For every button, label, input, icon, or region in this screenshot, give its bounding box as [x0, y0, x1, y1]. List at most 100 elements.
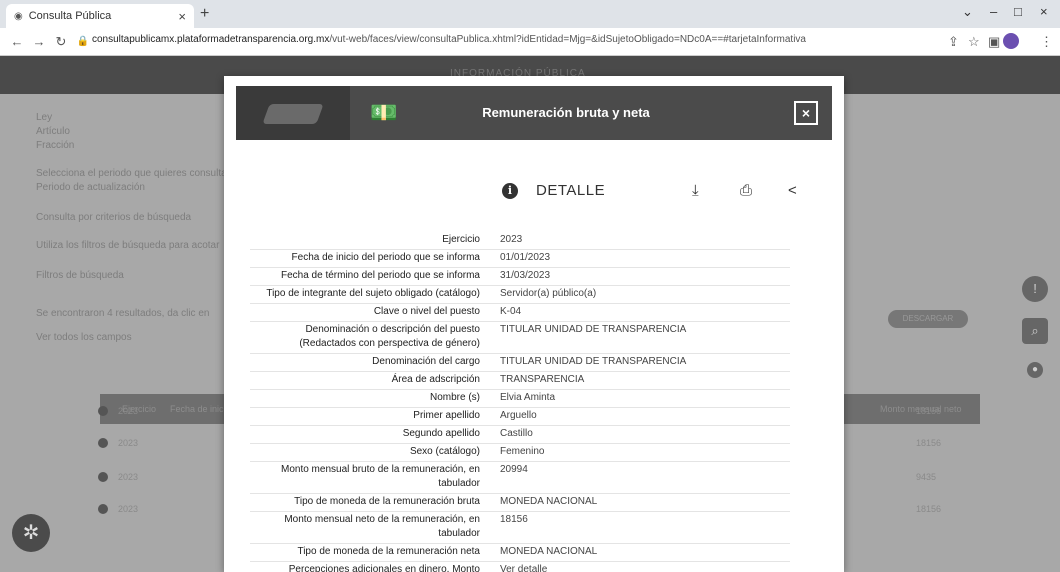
- detail-value: MONEDA NACIONAL: [490, 493, 790, 512]
- info-icon[interactable]: [98, 504, 108, 514]
- detail-value: Servidor(a) público(a): [490, 285, 790, 304]
- share-icon[interactable]: <: [788, 182, 797, 199]
- modal-close-button[interactable]: ×: [794, 101, 818, 125]
- detail-value: 01/01/2023: [490, 249, 790, 268]
- help-icon[interactable]: ●: [1027, 362, 1043, 378]
- download-button[interactable]: DESCARGAR: [888, 310, 968, 328]
- browser-tab[interactable]: ◉ Consulta Pública ×: [6, 4, 194, 28]
- profile-avatar[interactable]: [1003, 33, 1019, 49]
- modal-title: Remuneración bruta y neta: [482, 105, 650, 120]
- bg-label-articulo: Artículo: [36, 126, 70, 137]
- detail-value: 2023: [490, 232, 790, 250]
- close-tab-icon[interactable]: ×: [178, 9, 186, 24]
- accessibility-icon[interactable]: ✲: [12, 514, 50, 552]
- alert-icon[interactable]: !: [1022, 276, 1048, 302]
- detail-title: DETALLE: [536, 182, 606, 199]
- bookmark-star-icon[interactable]: ☆: [968, 34, 980, 50]
- detail-label: Denominación o descripción del puesto (R…: [250, 321, 490, 354]
- remuneration-modal: 💵 Remuneración bruta y neta × i DETALLE …: [224, 76, 844, 572]
- detail-row: Nombre (s) Elvia Aminta: [250, 389, 790, 408]
- menu-kebab-icon[interactable]: ⋮: [1040, 34, 1053, 50]
- bg-cell-amount: 9435: [916, 472, 937, 482]
- address-bar: ← → ↻ 🔒 consultapublicamx.plataformadetr…: [0, 28, 1060, 56]
- bg-period-text: Selecciona el periodo que quieres consul…: [36, 168, 231, 179]
- detail-row: Área de adscripción TRANSPARENCIA: [250, 371, 790, 390]
- download-icon[interactable]: ⤓: [692, 182, 699, 199]
- bg-cell-amount: 18156: [916, 504, 942, 514]
- detail-label: Monto mensual neto de la remuneración, e…: [250, 511, 490, 544]
- detail-label: Fecha de término del periodo que se info…: [250, 267, 490, 286]
- url-field[interactable]: consultapublicamx.plataformadetransparen…: [92, 34, 902, 45]
- bg-cell-year: 2023: [118, 472, 139, 482]
- bg-label-fraccion: Fracción: [36, 140, 75, 151]
- detail-row: Denominación del cargo TITULAR UNIDAD DE …: [250, 353, 790, 372]
- search-zoom-icon[interactable]: ⌕: [1022, 318, 1048, 344]
- detail-label: Tipo de integrante del sujeto obligado (…: [250, 285, 490, 304]
- tab-search-icon[interactable]: ⌄: [962, 4, 973, 20]
- info-icon[interactable]: [98, 406, 108, 416]
- sidebar-icon[interactable]: ▣: [988, 34, 1000, 50]
- detail-value: Elvia Aminta: [490, 389, 790, 408]
- detail-value: 18156: [490, 511, 790, 544]
- detail-value: 20994: [490, 461, 790, 494]
- bg-cell-year: 2023: [118, 406, 139, 416]
- reload-icon[interactable]: ↻: [50, 34, 72, 50]
- detail-row: Primer apellido Arguello: [250, 407, 790, 426]
- info-icon: i: [502, 182, 518, 199]
- browser-tab-bar: ◉ Consulta Pública × + ⌄ – □ ×: [0, 0, 1060, 28]
- money-icon: 💵: [370, 100, 398, 125]
- detail-row: Monto mensual neto de la remuneración, e…: [250, 511, 790, 544]
- forward-icon[interactable]: →: [28, 34, 50, 49]
- detail-row: Sexo (catálogo) Femenino: [250, 443, 790, 462]
- bg-filter-hint2: Utiliza los filtros de búsqueda para aco…: [36, 240, 220, 251]
- back-icon[interactable]: ←: [6, 34, 28, 49]
- bg-filters-label[interactable]: Filtros de búsqueda: [36, 270, 124, 281]
- detail-row: Clave o nivel del puesto K-04: [250, 303, 790, 322]
- detail-value: TITULAR UNIDAD DE TRANSPARENCIA: [490, 353, 790, 372]
- detail-label: Nombre (s): [250, 389, 490, 408]
- bg-cell-amount: 18156: [916, 406, 942, 416]
- detail-label: Denominación del cargo: [250, 353, 490, 372]
- detail-row: Tipo de integrante del sujeto obligado (…: [250, 285, 790, 304]
- detail-row: Tipo de moneda de la remuneración bruta M…: [250, 493, 790, 512]
- bg-col-fecha: Fecha de inicio: [170, 404, 231, 414]
- globe-icon: ◉: [14, 10, 23, 22]
- detail-value: TITULAR UNIDAD DE TRANSPARENCIA: [490, 321, 790, 354]
- bg-results-text: Se encontraron 4 resultados, da clic en: [36, 308, 210, 319]
- detail-value[interactable]: Ver detalle: [490, 561, 790, 572]
- detail-label: Primer apellido: [250, 407, 490, 426]
- detail-value: 31/03/2023: [490, 267, 790, 286]
- new-tab-icon[interactable]: +: [200, 5, 209, 23]
- detail-bar: i DETALLE: [502, 182, 605, 199]
- detail-row: Tipo de moneda de la remuneración neta MO…: [250, 543, 790, 562]
- detail-label: Segundo apellido: [250, 425, 490, 444]
- detail-label: Fecha de inicio del periodo que se infor…: [250, 249, 490, 268]
- info-icon[interactable]: [98, 438, 108, 448]
- modal-header: 💵 Remuneración bruta y neta ×: [236, 86, 832, 140]
- share-page-icon[interactable]: ⇪: [948, 34, 959, 50]
- bg-period-label: Periodo de actualización: [36, 182, 145, 193]
- window-close-icon[interactable]: ×: [1040, 4, 1048, 19]
- detail-label: Ejercicio: [250, 232, 490, 250]
- detail-label: Clave o nivel del puesto: [250, 303, 490, 322]
- bg-filter-hint: Consulta por criterios de búsqueda: [36, 212, 192, 223]
- bg-all-fields[interactable]: Ver todos los campos: [36, 332, 132, 343]
- detail-row: Fecha de inicio del periodo que se infor…: [250, 249, 790, 268]
- detail-value: TRANSPARENCIA: [490, 371, 790, 390]
- institution-logo: [236, 86, 350, 140]
- detail-row: Segundo apellido Castillo: [250, 425, 790, 444]
- print-icon[interactable]: ⎙: [740, 182, 752, 199]
- bg-cell-year: 2023: [118, 504, 139, 514]
- lock-icon: 🔒: [76, 36, 90, 47]
- minimize-icon[interactable]: –: [990, 4, 997, 19]
- detail-value: Castillo: [490, 425, 790, 444]
- detail-label: Área de adscripción: [250, 371, 490, 390]
- detail-row: Fecha de término del periodo que se info…: [250, 267, 790, 286]
- detail-row: Denominación o descripción del puesto (R…: [250, 321, 790, 354]
- detail-label: Sexo (catálogo): [250, 443, 490, 462]
- maximize-icon[interactable]: □: [1014, 4, 1022, 19]
- info-icon[interactable]: [98, 472, 108, 482]
- detail-row: Ejercicio 2023: [250, 232, 790, 250]
- detail-value: K-04: [490, 303, 790, 322]
- detail-row: Percepciones adicionales en dinero, Mont…: [250, 561, 790, 572]
